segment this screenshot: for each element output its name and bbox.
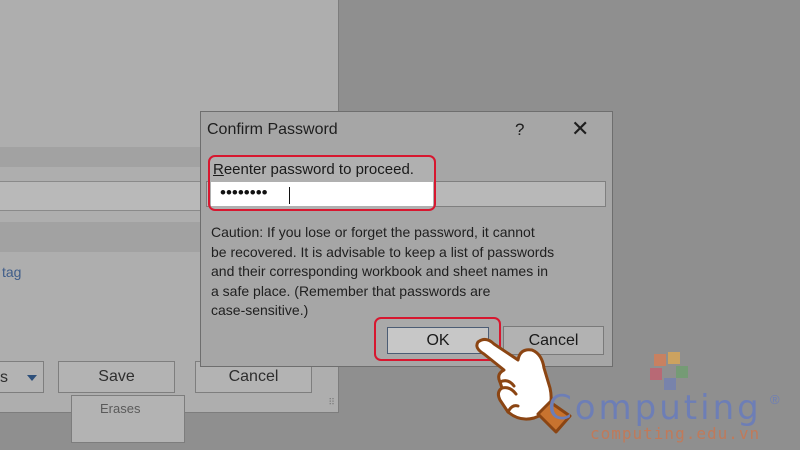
watermark-brand: Computing	[548, 388, 762, 428]
background-dropdown-text: s	[0, 369, 8, 386]
background-link[interactable]: tag	[2, 264, 21, 280]
watermark-registered: ®	[770, 392, 780, 407]
password-value: ••••••••	[220, 183, 268, 202]
help-button[interactable]: ?	[515, 120, 524, 140]
prompt-text: eenter password to proceed.	[223, 161, 414, 178]
text-caret	[289, 187, 290, 204]
prompt-label: Reenter password to proceed.	[213, 161, 414, 178]
background-dropdown[interactable]: s	[0, 361, 44, 393]
caution-text: Caution: If you lose or forget the passw…	[211, 224, 555, 318]
watermark-url: computing.edu.vn	[590, 424, 761, 443]
chevron-down-icon	[27, 375, 37, 381]
background-save-button[interactable]: Save	[58, 361, 175, 393]
prompt-accesskey: R	[213, 161, 224, 178]
resize-grip-icon[interactable]: ⠿	[328, 397, 335, 408]
dialog-title: Confirm Password	[207, 121, 338, 138]
close-button[interactable]: ✕	[571, 116, 589, 142]
background-box-label: Erases	[100, 401, 141, 416]
